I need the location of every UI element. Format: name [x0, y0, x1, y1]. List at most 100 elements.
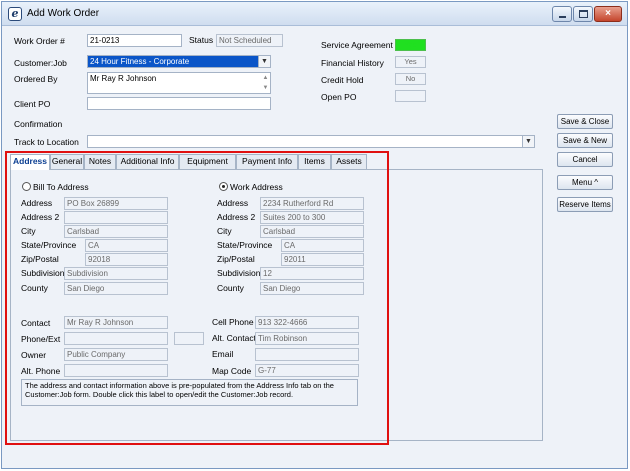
- close-icon: ×: [605, 8, 611, 19]
- scroll-arrows-icon[interactable]: ▲ ▼: [261, 73, 270, 93]
- alt-contact-label: Alt. Contact: [212, 333, 256, 343]
- work-county-label: County: [217, 283, 244, 293]
- service-agreement-label: Service Agreement: [321, 40, 393, 50]
- chevron-down-icon[interactable]: ▼: [258, 56, 270, 67]
- customer-job-label: Customer:Job: [14, 58, 67, 68]
- work-state-label: State/Province: [217, 240, 273, 250]
- work-state-field: CA: [281, 239, 364, 252]
- tab-assets[interactable]: Assets: [331, 154, 367, 169]
- save-close-button[interactable]: Save & Close: [557, 114, 613, 129]
- work-address-field-label: Address: [217, 198, 249, 208]
- work-city-label: City: [217, 226, 232, 236]
- open-po-indicator: [395, 90, 426, 102]
- tab-notes[interactable]: Notes: [84, 154, 116, 169]
- cancel-button[interactable]: Cancel: [557, 152, 613, 167]
- bill-to-label: Bill To Address: [33, 182, 89, 192]
- maximize-icon: [579, 10, 588, 18]
- tab-items[interactable]: Items: [298, 154, 331, 169]
- work-county-field: San Diego: [260, 282, 364, 295]
- work-address2-field: Suites 200 to 300: [260, 211, 364, 224]
- bill-county-field: San Diego: [64, 282, 168, 295]
- window-title: Add Work Order: [27, 8, 100, 19]
- work-subdivision-label: Subdivision: [217, 268, 261, 278]
- work-zip-field: 92011: [281, 253, 364, 266]
- client-po-label: Client PO: [14, 99, 51, 109]
- bill-state-label: State/Province: [21, 240, 77, 250]
- tab-address[interactable]: Address: [10, 154, 50, 170]
- work-address-label: Work Address: [230, 182, 283, 192]
- contact-field: Mr Ray R Johnson: [64, 316, 168, 329]
- tab-payment-info[interactable]: Payment Info: [236, 154, 298, 169]
- client-po-field[interactable]: [87, 97, 271, 110]
- ordered-by-label: Ordered By: [14, 74, 58, 84]
- phone-field: [64, 332, 168, 345]
- bill-zip-field: 92018: [85, 253, 168, 266]
- maximize-button[interactable]: [573, 6, 593, 22]
- bill-city-label: City: [21, 226, 36, 236]
- title-bar: e Add Work Order ×: [2, 2, 627, 26]
- minimize-icon: [559, 16, 566, 18]
- menu-button[interactable]: Menu ^: [557, 175, 613, 190]
- cell-phone-label: Cell Phone: [212, 317, 254, 327]
- radio-selected-icon: [222, 185, 225, 188]
- close-button[interactable]: ×: [594, 6, 622, 22]
- financial-history-label: Financial History: [321, 58, 384, 68]
- contact-label: Contact: [21, 318, 51, 328]
- bill-zip-label: Zip/Postal: [21, 254, 59, 264]
- work-subdivision-field: 12: [260, 267, 364, 280]
- reserve-items-button[interactable]: Reserve Items: [557, 197, 613, 212]
- work-address-field: 2234 Rutherford Rd: [260, 197, 364, 210]
- work-zip-label: Zip/Postal: [217, 254, 255, 264]
- status-field: Not Scheduled: [216, 34, 283, 47]
- alt-contact-field: Tim Robinson: [255, 332, 359, 345]
- confirmation-label: Confirmation: [14, 119, 63, 129]
- bill-address2-field: [64, 211, 168, 224]
- alt-phone-label: Alt. Phone: [21, 366, 61, 376]
- work-address-radio[interactable]: [219, 182, 228, 191]
- email-field: [255, 348, 359, 361]
- bill-to-radio[interactable]: [22, 182, 31, 191]
- customer-job-info-note[interactable]: The address and contact information abov…: [21, 379, 358, 406]
- status-label: Status: [189, 35, 214, 45]
- track-location-label: Track to Location: [14, 137, 79, 147]
- app-logo-icon: e: [8, 7, 22, 21]
- bill-subdivision-field: Subdivision: [64, 267, 168, 280]
- owner-label: Owner: [21, 350, 47, 360]
- open-po-label: Open PO: [321, 92, 357, 102]
- map-code-field: G-77: [255, 364, 359, 377]
- alt-phone-field: [64, 364, 168, 377]
- work-address2-label: Address 2: [217, 212, 256, 222]
- bill-address-label: Address: [21, 198, 53, 208]
- customer-job-value: 24 Hour Fitness - Corporate: [90, 57, 190, 66]
- bill-county-label: County: [21, 283, 48, 293]
- ext-field: [174, 332, 204, 345]
- work-order-field[interactable]: 21-0213: [87, 34, 182, 47]
- work-city-field: Carlsbad: [260, 225, 364, 238]
- tab-general[interactable]: General: [50, 154, 84, 169]
- track-location-select[interactable]: ▼: [87, 135, 535, 148]
- financial-history-button[interactable]: Yes: [395, 56, 426, 68]
- cell-phone-field: 913 322-4666: [255, 316, 359, 329]
- work-order-label: Work Order #: [14, 36, 65, 46]
- bill-state-field: CA: [85, 239, 168, 252]
- bill-address-field: PO Box 26899: [64, 197, 168, 210]
- bill-address2-label: Address 2: [21, 212, 60, 222]
- map-code-label: Map Code: [212, 366, 252, 376]
- tab-equipment[interactable]: Equipment: [179, 154, 236, 169]
- customer-job-select[interactable]: 24 Hour Fitness - Corporate ▼: [87, 55, 271, 68]
- tab-additional-info[interactable]: Additional Info: [116, 154, 179, 169]
- email-label: Email: [212, 349, 234, 359]
- bill-city-field: Carlsbad: [64, 225, 168, 238]
- service-agreement-indicator: Yes: [395, 39, 426, 51]
- tab-strip: Address General Notes Additional Info Eq…: [10, 154, 367, 170]
- ordered-by-field[interactable]: Mr Ray R Johnson ▲ ▼: [87, 72, 271, 94]
- credit-hold-indicator: No: [395, 73, 426, 85]
- credit-hold-label: Credit Hold: [321, 75, 364, 85]
- owner-field: Public Company: [64, 348, 168, 361]
- minimize-button[interactable]: [552, 6, 572, 22]
- save-new-button[interactable]: Save & New: [557, 133, 613, 148]
- bill-subdivision-label: Subdivision: [21, 268, 65, 278]
- ordered-by-value: Mr Ray R Johnson: [90, 74, 157, 83]
- phone-ext-label: Phone/Ext: [21, 334, 61, 344]
- chevron-down-icon[interactable]: ▼: [522, 136, 534, 147]
